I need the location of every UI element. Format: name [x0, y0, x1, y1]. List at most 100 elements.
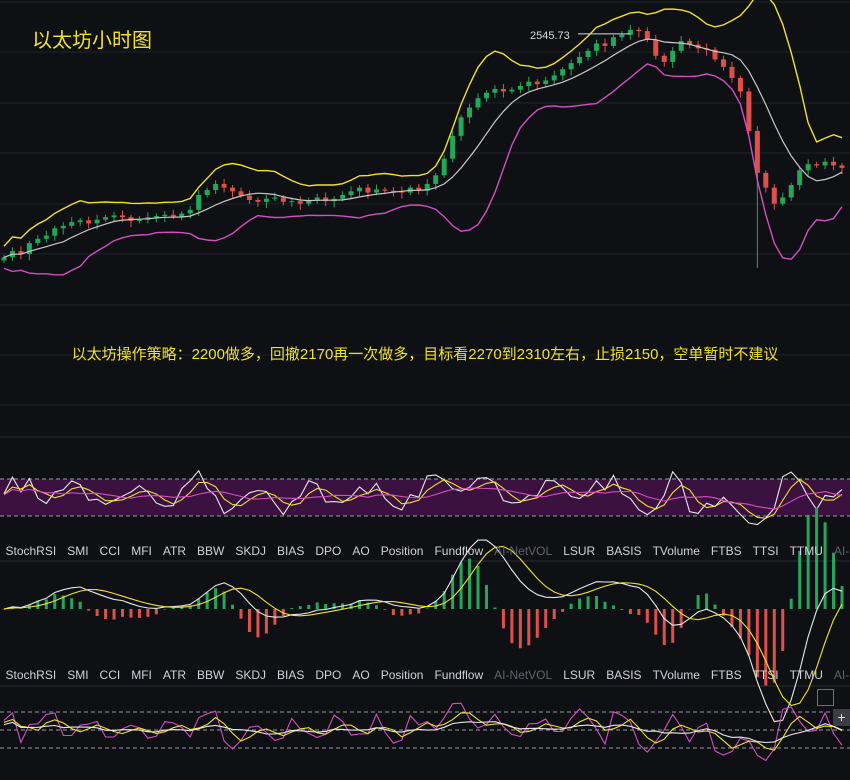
- tab-skdj[interactable]: SKDJ: [230, 544, 272, 558]
- tab-bbw[interactable]: BBW: [192, 544, 230, 558]
- macd-histogram-bar: [391, 609, 395, 616]
- candle-body: [373, 189, 379, 193]
- macd-histogram-bar: [146, 609, 150, 617]
- tab-lsur[interactable]: LSUR: [558, 544, 601, 558]
- candle-body: [653, 39, 659, 56]
- macd-histogram-bar: [527, 609, 531, 646]
- candle-body: [246, 195, 252, 200]
- macd-histogram-bar: [705, 593, 709, 609]
- macd-histogram-bar: [87, 609, 91, 611]
- candle-body: [737, 77, 743, 92]
- add-indicator-button[interactable]: +: [833, 709, 850, 726]
- tab-dpo[interactable]: DPO: [310, 668, 347, 682]
- tab-tvolume[interactable]: TVolume: [647, 544, 705, 558]
- macd-histogram-bar: [247, 609, 251, 633]
- candle-body: [35, 238, 41, 244]
- macd-histogram-bar: [400, 609, 404, 616]
- tab-mfi[interactable]: MFI: [126, 668, 158, 682]
- candle-body: [720, 59, 726, 67]
- tab-tvolume[interactable]: TVolume: [647, 668, 705, 682]
- candle-body: [314, 197, 320, 200]
- macd-histogram-bar: [374, 605, 378, 609]
- macd-histogram-bar: [713, 604, 717, 609]
- peak-price-label: 2545.73: [530, 30, 570, 42]
- tab-ftbs[interactable]: FTBS: [705, 544, 747, 558]
- tab-ttsi[interactable]: TTSI: [747, 544, 784, 558]
- candle-body: [357, 187, 363, 192]
- tab-cci[interactable]: CCI: [94, 544, 126, 558]
- macd-histogram-bar: [264, 609, 268, 634]
- candle-body: [746, 91, 752, 131]
- macd-histogram-bar: [256, 609, 260, 638]
- macd-histogram-bar: [129, 609, 133, 618]
- candle-body: [43, 235, 49, 239]
- tab-ai-bsi[interactable]: AI-BSI: [828, 544, 850, 558]
- macd-histogram-bar: [569, 603, 573, 609]
- macd-histogram-bar: [104, 609, 108, 619]
- tab-position[interactable]: Position: [375, 668, 429, 682]
- macd-histogram-bar: [781, 609, 785, 651]
- tab-ttsi[interactable]: TTSI: [747, 668, 784, 682]
- tab-skdj[interactable]: SKDJ: [230, 668, 272, 682]
- tab-ttmu[interactable]: TTMU: [784, 544, 828, 558]
- macd-histogram-bar: [654, 609, 658, 635]
- tab-bias[interactable]: BIAS: [272, 544, 310, 558]
- candle-body: [196, 195, 202, 210]
- macd-histogram-bar: [19, 608, 23, 610]
- macd-histogram-bar: [137, 609, 141, 618]
- candle-body: [839, 165, 845, 168]
- macd-histogram-bar: [298, 606, 302, 609]
- candle-body: [483, 92, 489, 99]
- macd-histogram-bar: [484, 584, 488, 609]
- candle-body: [763, 172, 769, 188]
- candle-body: [255, 199, 261, 202]
- macd-histogram-bar: [468, 558, 472, 609]
- tab-atr[interactable]: ATR: [157, 668, 191, 682]
- tab-bias[interactable]: BIAS: [272, 668, 310, 682]
- tab-ai-netvol[interactable]: AI-NetVOL: [489, 544, 558, 558]
- tab-ai-netvol[interactable]: AI-NetVOL: [489, 668, 558, 682]
- candle-body: [1, 257, 7, 261]
- macd-histogram-bar: [501, 609, 505, 629]
- candle-body: [780, 197, 786, 204]
- tab-ao[interactable]: AO: [347, 668, 375, 682]
- tab-stochrsi[interactable]: StochRSI: [0, 668, 62, 682]
- tab-fundflow[interactable]: Fundflow: [429, 668, 489, 682]
- candle-body: [382, 189, 388, 191]
- macd-histogram-bar: [738, 609, 742, 639]
- macd-histogram-bar: [595, 596, 599, 609]
- tab-basis[interactable]: BASIS: [601, 544, 647, 558]
- tab-dpo[interactable]: DPO: [310, 544, 347, 558]
- tab-smi[interactable]: SMI: [62, 668, 94, 682]
- tab-atr[interactable]: ATR: [157, 544, 191, 558]
- candle-body: [204, 190, 210, 196]
- tab-ftbs[interactable]: FTBS: [705, 668, 747, 682]
- candle-body: [797, 170, 803, 186]
- macd-histogram-bar: [417, 609, 421, 614]
- tab-lsur[interactable]: LSUR: [558, 668, 601, 682]
- tab-basis[interactable]: BASIS: [601, 668, 647, 682]
- tab-mfi[interactable]: MFI: [126, 544, 158, 558]
- tab-ao[interactable]: AO: [347, 544, 375, 558]
- macd-pane: [2, 507, 844, 723]
- candle-body: [458, 117, 464, 136]
- expand-icon[interactable]: [817, 689, 834, 706]
- candle-body: [534, 81, 540, 85]
- macd-histogram-bar: [70, 598, 74, 609]
- macd-histogram-bar: [662, 609, 666, 645]
- tab-ttmu[interactable]: TTMU: [784, 668, 828, 682]
- candle-body: [348, 191, 354, 196]
- candle-body: [500, 89, 506, 92]
- tab-bbw[interactable]: BBW: [192, 668, 230, 682]
- tab-ai-bsi[interactable]: AI-BSI: [828, 668, 850, 682]
- candle-body: [822, 161, 828, 166]
- tab-smi[interactable]: SMI: [62, 544, 94, 558]
- macd-histogram-bar: [688, 609, 692, 610]
- macd-histogram-bar: [163, 609, 167, 610]
- tab-stochrsi[interactable]: StochRSI: [0, 544, 62, 558]
- candle-body: [517, 85, 523, 90]
- tab-position[interactable]: Position: [375, 544, 429, 558]
- tab-fundflow[interactable]: Fundflow: [429, 544, 489, 558]
- indicator-tab-bar: StochRSI SMI CCI MFI ATR BBW SKDJ BIAS DPO AO Posi…: [0, 541, 850, 561]
- tab-cci[interactable]: CCI: [94, 668, 126, 682]
